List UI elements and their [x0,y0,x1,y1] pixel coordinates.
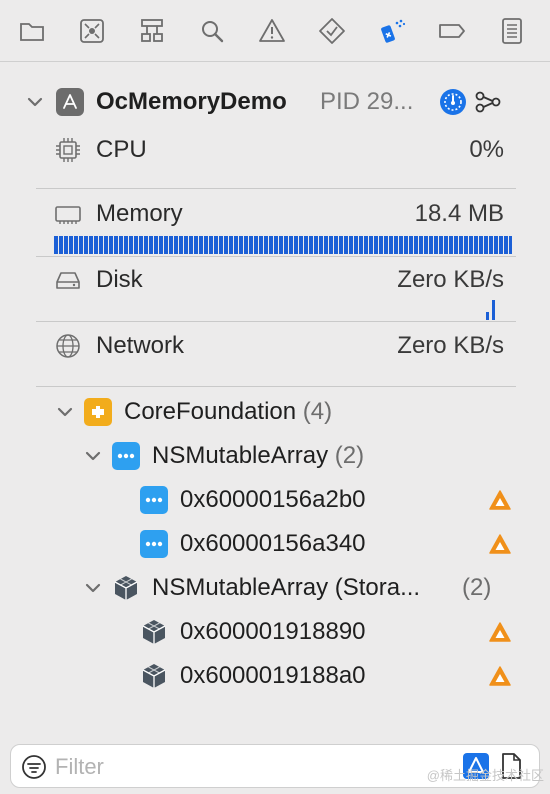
symbol-navigator-button[interactable] [134,13,170,49]
gauge-icon[interactable] [440,89,466,115]
cpu-value: 0% [469,136,504,163]
breakpoint-navigator-button[interactable] [434,13,470,49]
debug-navigator-button[interactable] [374,13,410,49]
source-control-icon [80,18,104,43]
instance-address: 0x60000156a2b0 [180,486,366,513]
memory-graph-icon[interactable] [474,88,502,116]
tree-node-nsmutablearray-storage[interactable]: NSMutableArray (Stora... (2) [0,568,550,608]
globe-icon [56,334,80,358]
cpu-icon [56,138,80,162]
filter-icon[interactable] [21,754,47,780]
disk-gauge-row[interactable]: Disk Zero KB/s [36,262,516,302]
warning-icon [259,18,285,42]
divider [36,188,516,189]
cpu-label: CPU [96,136,147,163]
cpu-gauge-row[interactable]: CPU 0% [36,132,516,172]
storage-cube-icon [140,618,168,646]
disk-icon [56,272,80,289]
memory-value: 18.4 MB [414,200,504,227]
framework-icon [84,398,112,426]
network-value: Zero KB/s [397,332,504,359]
chevron-down-icon[interactable] [82,445,104,467]
chevron-down-icon[interactable] [24,91,46,113]
chevron-down-icon[interactable] [82,577,104,599]
tree-node-nsmutablearray[interactable]: NSMutableArray (2) [0,436,550,476]
disk-activity-sparkline [486,300,495,320]
chevron-down-icon[interactable] [54,401,76,423]
tree-leaf-instance[interactable]: 0x6000019188a0 [0,656,550,696]
hierarchy-icon [141,18,163,42]
storage-cube-icon [140,662,168,690]
tree-node-label: NSMutableArray (2) [152,442,365,469]
test-navigator-button[interactable] [314,13,350,49]
issue-navigator-button[interactable] [254,13,290,49]
instance-icon [140,530,168,558]
network-label: Network [96,332,185,359]
watermark: @稀土掘金技术社区 [426,768,544,783]
report-icon [502,17,522,44]
leak-warning-icon[interactable] [488,532,512,556]
leak-warning-icon[interactable] [488,488,512,512]
instance-icon [140,486,168,514]
instance-address: 0x600001918890 [180,618,366,645]
divider [36,321,516,322]
tree-node-label: CoreFoundation (4) [124,398,333,425]
filter-input[interactable] [55,751,435,783]
instance-address: 0x6000019188a0 [180,662,366,689]
memory-usage-bar [54,236,512,254]
tree-leaf-instance[interactable]: 0x60000156a340 [0,524,550,564]
process-pid: PID 29... [320,88,414,115]
memory-icon [55,206,81,224]
navigator-toolbar [0,0,550,62]
search-icon [202,20,224,42]
leak-warning-icon[interactable] [488,620,512,644]
instance-address: 0x60000156a340 [180,530,366,557]
test-icon [319,17,345,44]
leak-warning-icon[interactable] [488,664,512,688]
divider [36,256,516,257]
tree-node-corefoundation[interactable]: CoreFoundation (4) [0,392,550,432]
debug-memory-icon [381,19,406,43]
disk-value: Zero KB/s [397,266,504,293]
tree-node-label: NSMutableArray (Stora... (2) [152,574,492,601]
memory-label: Memory [96,200,183,227]
find-navigator-button[interactable] [194,13,230,49]
class-icon [112,442,140,470]
disk-label: Disk [96,266,143,293]
network-gauge-row[interactable]: Network Zero KB/s [36,328,516,368]
process-row[interactable]: OcMemoryDemo PID 29... [0,82,550,122]
breakpoint-icon [439,23,465,38]
storage-cube-icon [112,574,140,602]
source-control-navigator-button[interactable] [74,13,110,49]
report-navigator-button[interactable] [494,13,530,49]
process-name: OcMemoryDemo [96,88,287,115]
app-icon [56,88,84,116]
tree-leaf-instance[interactable]: 0x60000156a2b0 [0,480,550,520]
tree-leaf-instance[interactable]: 0x600001918890 [0,612,550,652]
folder-icon [20,22,44,41]
divider [36,386,516,387]
project-navigator-button[interactable] [14,13,50,49]
memory-gauge-row[interactable]: Memory 18.4 MB [36,196,516,236]
